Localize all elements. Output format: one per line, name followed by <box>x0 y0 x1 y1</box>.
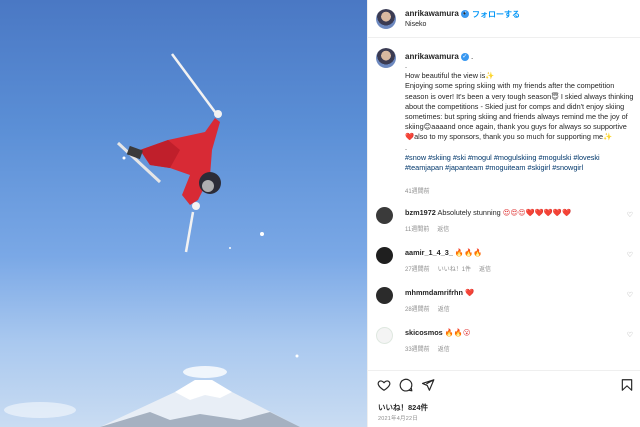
comment-item: mhmmdamrifrhn ❤️ 28週間前 返信 ♡ <box>368 284 640 324</box>
comment-meta: 33週間前 返信 <box>405 347 450 353</box>
comment-text: aamir_1_4_3_ 🔥🔥🔥 <box>405 248 483 257</box>
comment-text: mhmmdamrifrhn ❤️ <box>405 288 475 297</box>
comment-like-heart-icon[interactable]: ♡ <box>627 251 633 259</box>
comment-meta: 28週間前 返信 <box>405 307 450 313</box>
verified-badge-icon: ✓ <box>460 52 469 61</box>
caption-author-avatar[interactable] <box>376 48 396 68</box>
comment-meta: 11週間前 返信 <box>405 227 450 233</box>
caption-dot-line: . <box>405 61 408 70</box>
reply-button[interactable]: 返信 <box>479 267 491 273</box>
commenter-avatar[interactable] <box>376 327 393 344</box>
caption-dot-line-2: . <box>405 142 408 152</box>
comment-meta: 27週間前 いいね！1件 返信 <box>405 267 492 273</box>
author-avatar[interactable] <box>376 9 396 29</box>
comment-like-heart-icon[interactable]: ♡ <box>627 291 633 299</box>
comment-text: skicosmos 🔥🔥😮 <box>405 328 471 337</box>
reply-button[interactable]: 返信 <box>437 227 449 233</box>
commenter-avatar[interactable] <box>376 287 393 304</box>
caption-body: Enjoying some spring skiing with my frie… <box>405 81 634 142</box>
caption-author-username[interactable]: anrikawamura ✓ . <box>405 52 473 61</box>
caption-text: . How beautiful the view is✨ Enjoying so… <box>405 61 635 173</box>
commenter-avatar[interactable] <box>376 207 393 224</box>
reply-button[interactable]: 返信 <box>438 307 450 313</box>
location-link[interactable]: Niseko <box>405 21 426 28</box>
comment-like-heart-icon[interactable]: ♡ <box>627 211 633 219</box>
comment-icon[interactable] <box>399 378 413 392</box>
reply-button[interactable]: 返信 <box>438 347 450 353</box>
post-detail-panel: anrikawamura ✓ • フォローする Niseko anrikawamu… <box>367 0 640 427</box>
comment-like-heart-icon[interactable]: ♡ <box>627 331 633 339</box>
post-header: anrikawamura ✓ • フォローする Niseko <box>368 0 640 38</box>
caption-time: 41週間前 <box>405 189 430 195</box>
share-icon[interactable] <box>421 378 435 392</box>
comment-item: bzm1972 Absolutely stunning 😍😍😍❤️❤️❤️❤️❤… <box>368 204 640 244</box>
comment-text: bzm1972 Absolutely stunning 😍😍😍❤️❤️❤️❤️❤… <box>405 208 572 217</box>
commenter-avatar[interactable] <box>376 247 393 264</box>
comment-item: aamir_1_4_3_ 🔥🔥🔥 27週間前 いいね！1件 返信 ♡ <box>368 244 640 284</box>
heart-icon[interactable] <box>377 378 391 392</box>
author-username[interactable]: anrikawamura ✓ <box>405 9 469 18</box>
post-date: 2021年4月22日 <box>378 416 418 422</box>
caption-line-1: How beautiful the view is✨ <box>405 71 495 81</box>
post-actions-bar: いいね！824件 2021年4月22日 <box>368 370 640 427</box>
separator-dot: • <box>463 9 466 18</box>
likes-count[interactable]: いいね！824件 <box>378 402 428 413</box>
post-photo[interactable] <box>0 0 367 427</box>
comments-scroll-area[interactable]: anrikawamura ✓ . . How beautiful the view… <box>368 39 640 370</box>
follow-button[interactable]: フォローする <box>472 9 520 20</box>
comment-item: skicosmos 🔥🔥😮 33週間前 返信 ♡ <box>368 324 640 364</box>
skier-photo-illustration <box>4 53 300 427</box>
bookmark-icon[interactable] <box>620 378 634 392</box>
caption-hashtags[interactable]: #snow #skiing #ski #mogul #mogulskiing #… <box>405 153 635 173</box>
